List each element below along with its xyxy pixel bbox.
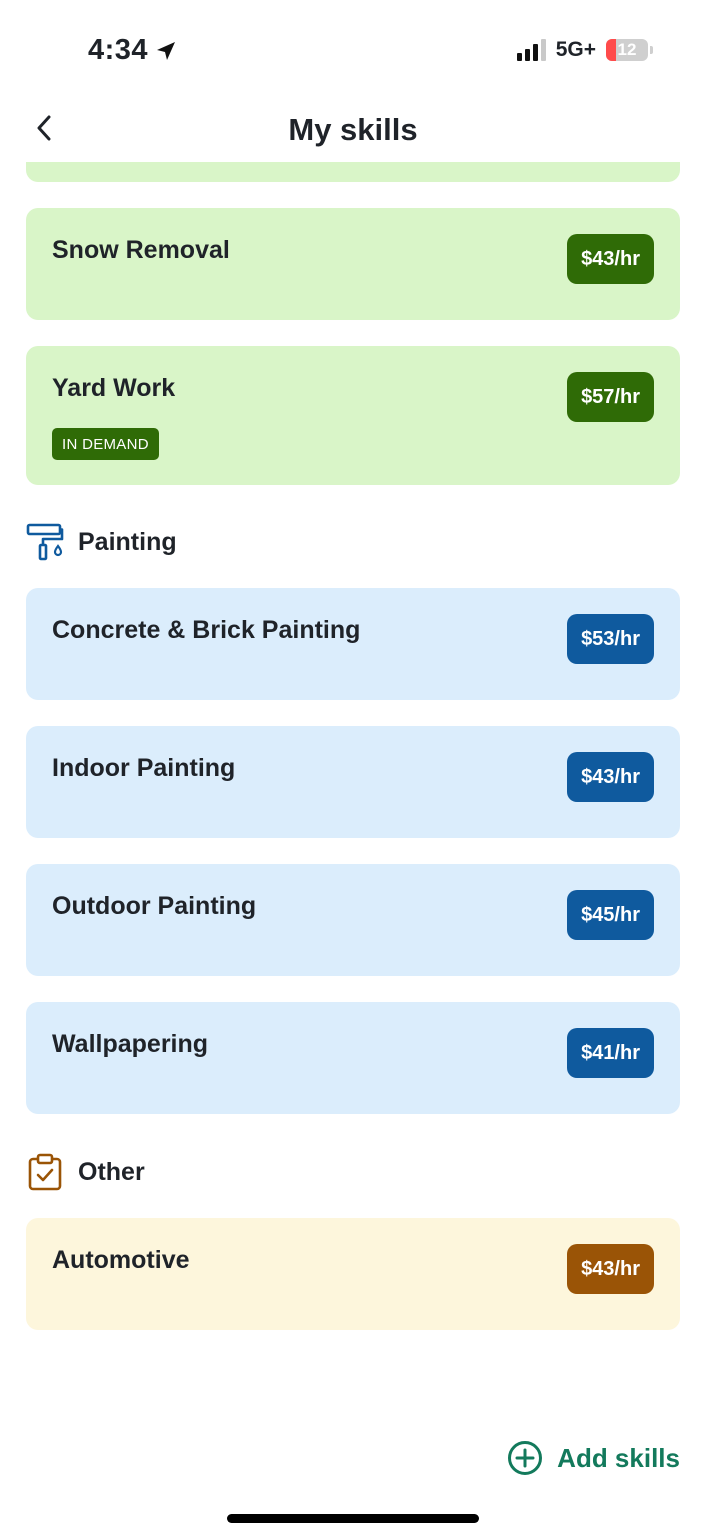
- status-indicators: 5G+ 12: [516, 38, 653, 62]
- skill-rate-badge: $43/hr: [567, 1244, 654, 1294]
- header-divider: [0, 150, 706, 162]
- battery-icon: 12: [606, 39, 653, 61]
- location-arrow-icon: [157, 41, 176, 60]
- skill-card-concrete-brick-painting[interactable]: Concrete & Brick Painting $53/hr: [26, 588, 680, 700]
- skill-name: Indoor Painting: [52, 754, 236, 782]
- skill-card-automotive[interactable]: Automotive $43/hr: [26, 1218, 680, 1330]
- in-demand-badge: IN DEMAND: [52, 428, 159, 460]
- skill-card-snow-removal[interactable]: Snow Removal $43/hr: [26, 208, 680, 320]
- skill-rate-badge: $43/hr: [567, 752, 654, 802]
- skill-rate-badge: $43/hr: [567, 234, 654, 284]
- network-type: 5G+: [555, 38, 596, 61]
- skill-name: Automotive: [52, 1246, 190, 1274]
- skill-name: Snow Removal: [52, 236, 230, 264]
- section-header-painting: Painting: [26, 522, 177, 562]
- home-indicator: [227, 1514, 479, 1523]
- skill-card-yard-work[interactable]: Yard Work $57/hr IN DEMAND: [26, 346, 680, 485]
- skill-name: Outdoor Painting: [52, 892, 257, 920]
- page-title: My skills: [288, 112, 418, 147]
- skill-rate-badge: $45/hr: [567, 890, 654, 940]
- skill-name: Yard Work: [52, 374, 176, 402]
- add-skills-button[interactable]: Add skills: [507, 1440, 680, 1476]
- skill-card-outdoor-painting[interactable]: Outdoor Painting $45/hr: [26, 864, 680, 976]
- section-title: Painting: [78, 527, 177, 556]
- skill-card-wallpapering[interactable]: Wallpapering $41/hr: [26, 1002, 680, 1114]
- paint-roller-icon: [26, 523, 64, 561]
- section-header-other: Other: [26, 1152, 145, 1192]
- section-title: Other: [78, 1157, 145, 1186]
- skill-name: Wallpapering: [52, 1030, 209, 1058]
- skill-rate-badge: $57/hr: [567, 372, 654, 422]
- status-time: 4:34: [88, 34, 178, 67]
- skill-rate-badge: $53/hr: [567, 614, 654, 664]
- plus-circle-icon: [508, 1441, 543, 1475]
- skill-card-indoor-painting[interactable]: Indoor Painting $43/hr: [26, 726, 680, 838]
- skill-name: Concrete & Brick Painting: [52, 616, 361, 644]
- clipboard-check-icon: [28, 1153, 62, 1191]
- battery-level: 12: [617, 40, 637, 59]
- skill-rate-badge: $41/hr: [567, 1028, 654, 1078]
- cellular-signal-icon: [516, 39, 546, 61]
- add-skills-label: Add skills: [557, 1442, 680, 1473]
- time-text: 4:34: [88, 34, 149, 66]
